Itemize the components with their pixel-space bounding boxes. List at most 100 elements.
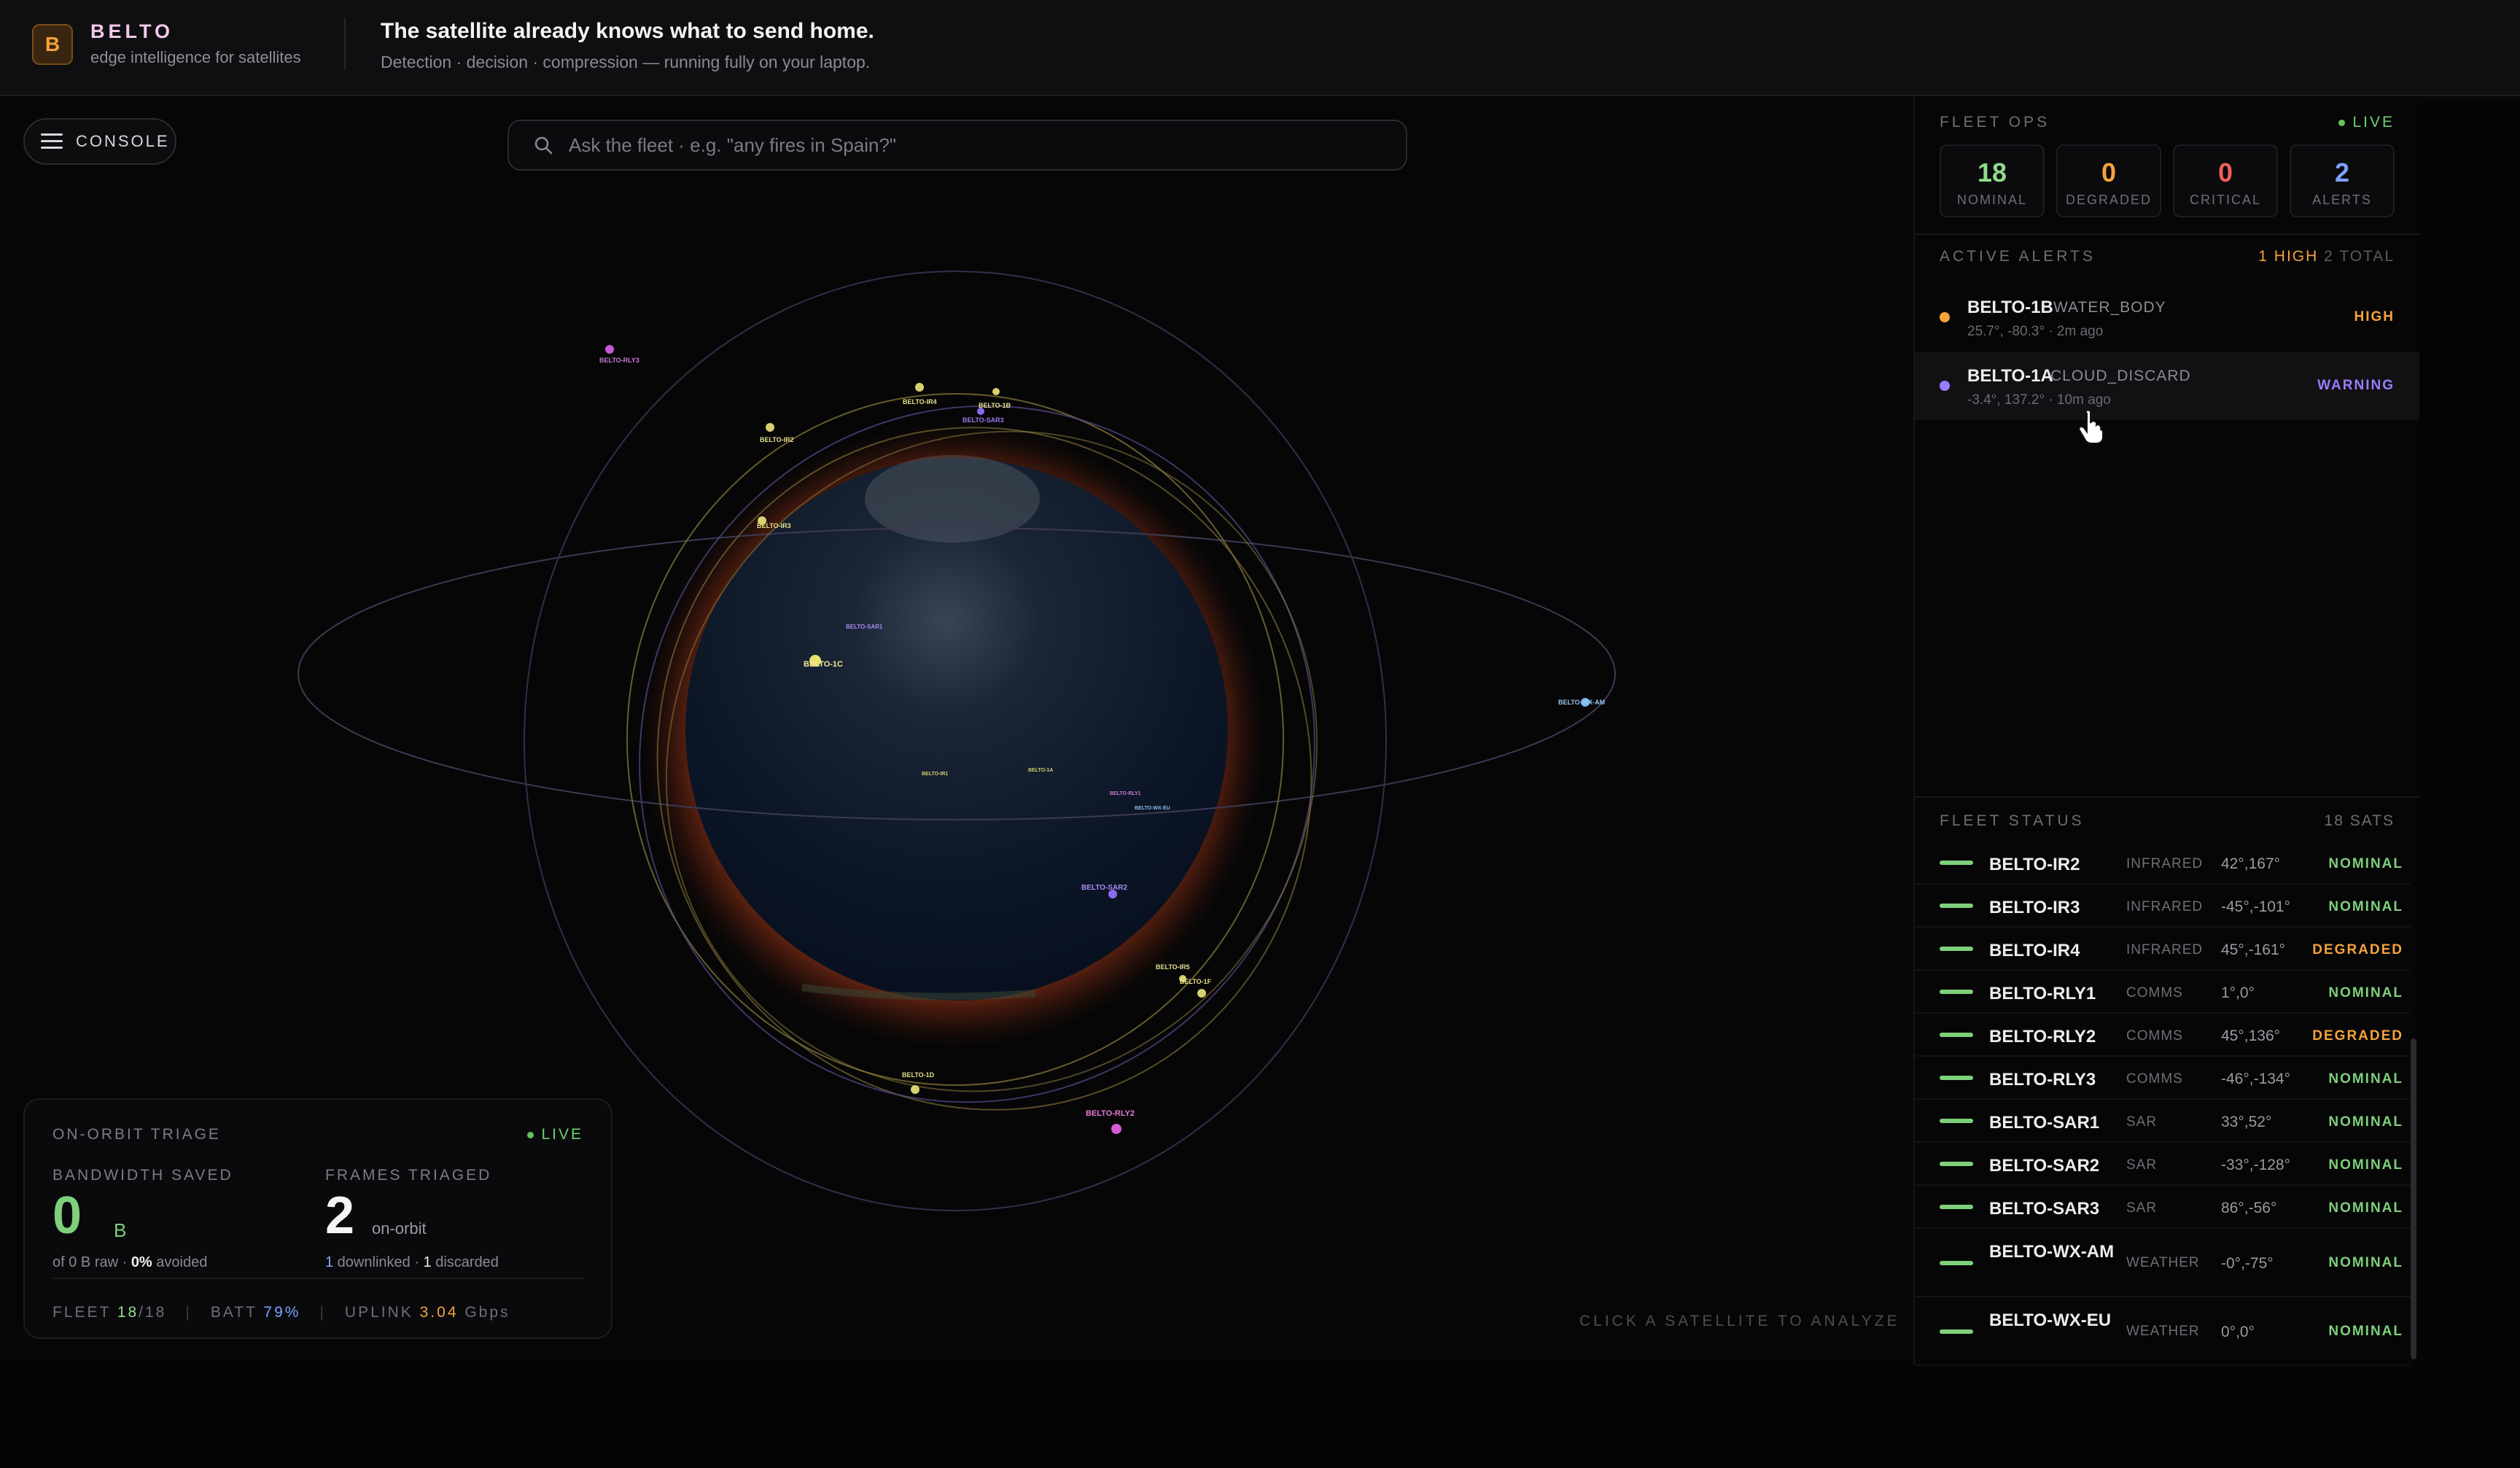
fleet-row-type: WEATHER	[2126, 1255, 2200, 1270]
alert-severity-badge: HIGH	[2354, 309, 2395, 325]
fleet-row-name: BELTO-RLY1	[1989, 984, 2096, 1003]
status-bar	[1940, 1329, 1973, 1334]
fleet-row-name: BELTO-SAR1	[1989, 1113, 2100, 1133]
stat-alerts-label: ALERTS	[2312, 193, 2372, 207]
frames-subtext: 1 downlinked · 1 discarded	[325, 1254, 499, 1271]
satellite-1f[interactable]: BELTO-1F	[1180, 978, 1212, 998]
triage-divider	[52, 1278, 583, 1279]
hand-cursor-icon	[2078, 409, 2104, 443]
fleet-row[interactable]: BELTO-SAR1 SAR 33°,52° NOMINAL	[1915, 1100, 2411, 1143]
fleet-row-coord: -33°,-128°	[2221, 1157, 2291, 1173]
fleet-row[interactable]: BELTO-WX-AM WEATHER -0°,-75° NOMINAL	[1915, 1229, 2411, 1297]
fleet-search-bar[interactable]	[508, 120, 1407, 171]
status-bar	[1940, 904, 1973, 908]
fleet-row-type: SAR	[2126, 1157, 2158, 1173]
fleet-row[interactable]: BELTO-RLY1 COMMS 1°,0° NOMINAL	[1915, 971, 2411, 1014]
fleet-row[interactable]: BELTO-RLY3 COMMS -46°,-134° NOMINAL	[1915, 1057, 2411, 1100]
satellite-rly1[interactable]: BELTO-RLY1	[1110, 791, 1141, 796]
frames-triaged-value: 2	[325, 1187, 355, 1245]
map-click-hint: CLICK A SATELLITE TO ANALYZE	[1579, 1313, 1900, 1329]
alert-meta: 25.7°, -80.3° · 2m ago	[1967, 324, 2104, 339]
satellite-ir2[interactable]: BELTO-IR2	[760, 423, 794, 443]
fleet-row-status: NOMINAL	[2328, 985, 2403, 1001]
stat-degraded-label: DEGRADED	[2065, 193, 2152, 207]
alert-kind: CLOUD_DISCARD	[2050, 368, 2191, 384]
alerts-high-count: 1 HIGH	[2258, 248, 2319, 265]
console-button[interactable]: CONSOLE	[23, 118, 176, 165]
fleet-row-status: NOMINAL	[2328, 1114, 2403, 1130]
status-bar	[1940, 947, 1973, 951]
satellite-rly3-top[interactable]: BELTO-RLY3	[599, 345, 639, 364]
fleet-row-name: BELTO-IR3	[1989, 898, 2080, 917]
fleet-row-type: SAR	[2126, 1200, 2158, 1216]
top-header: B BELTO edge intelligence for satellites…	[0, 0, 2520, 96]
fleet-row[interactable]: BELTO-IR4 INFRARED 45°,-161° DEGRADED	[1915, 928, 2411, 971]
battery-stat: BATT 79%	[210, 1304, 301, 1321]
fleet-row-status: NOMINAL	[2328, 1255, 2403, 1270]
fleet-row[interactable]: BELTO-IR2 INFRARED 42°,167° NOMINAL	[1915, 842, 2411, 885]
triage-live-label: LIVE	[541, 1126, 583, 1143]
svg-text:BELTO-SAR1: BELTO-SAR1	[846, 624, 883, 630]
stat-alerts[interactable]: 2 ALERTS	[2290, 144, 2395, 217]
alert-item[interactable]: BELTO-1A CLOUD_DISCARD -3.4°, 137.2° · 1…	[1915, 352, 2419, 420]
fleet-row-status: NOMINAL	[2328, 856, 2403, 871]
fleet-row[interactable]: BELTO-RLY2 COMMS 45°,136° DEGRADED	[1915, 1014, 2411, 1057]
fleet-row-type: COMMS	[2126, 1071, 2183, 1087]
bandwidth-subtext: of 0 B raw · 0% avoided	[52, 1254, 207, 1271]
hamburger-icon	[41, 133, 63, 149]
status-bar	[1940, 1205, 1973, 1209]
brand-name: BELTO	[90, 20, 174, 42]
frames-triaged-unit: on-orbit	[372, 1219, 427, 1238]
status-bar	[1940, 861, 1973, 865]
satellite-sar1[interactable]: BELTO-SAR1	[846, 624, 883, 630]
fleet-row-status: NOMINAL	[2328, 899, 2403, 914]
fleet-status-list[interactable]: BELTO-IR2 INFRARED 42°,167° NOMINAL BELTO-I…	[1915, 842, 2411, 1366]
fleet-row-status: NOMINAL	[2328, 1324, 2403, 1339]
stat-critical[interactable]: 0 CRITICAL	[2173, 144, 2278, 217]
fleet-row-type: INFRARED	[2126, 856, 2204, 871]
alerts-count: 1 HIGH 2 TOTAL	[2258, 248, 2395, 265]
stat-degraded[interactable]: 0 DEGRADED	[2056, 144, 2161, 217]
fleet-list-scrollbar[interactable]	[2411, 1038, 2416, 1359]
fleet-row[interactable]: BELTO-SAR3 SAR 86°,-56° NOMINAL	[1915, 1186, 2411, 1229]
bandwidth-avoided-text: avoided	[152, 1254, 208, 1270]
satellite-wx-eu[interactable]: BELTO-WX-EU	[1135, 806, 1170, 811]
fleet-row-coord: 45°,-161°	[2221, 941, 2286, 958]
fleet-row-coord: 1°,0°	[2221, 985, 2255, 1001]
alert-warning-dot-icon	[1940, 381, 1950, 391]
satellite-1a[interactable]: BELTO-1A	[1028, 768, 1053, 773]
satellite-ir1[interactable]: BELTO-IR1	[922, 772, 948, 777]
fleet-ops-live-label: LIVE	[2352, 114, 2395, 131]
stat-nominal[interactable]: 18 NOMINAL	[1940, 144, 2045, 217]
bandwidth-saved-label: BANDWIDTH SAVED	[52, 1167, 233, 1184]
stat-degraded-value: 0	[2101, 158, 2117, 187]
fleet-side-panel: FLEET OPS LIVE 18 NOMINAL 0 DEGRADED 0 C…	[1913, 98, 2419, 1366]
satellite-sar3[interactable]: BELTO-SAR3	[962, 408, 1004, 424]
alert-severity-badge: WARNING	[2317, 378, 2395, 393]
fleet-row[interactable]: BELTO-WX-EU WEATHER 0°,0° NOMINAL	[1915, 1297, 2411, 1366]
alert-item[interactable]: BELTO-1B WATER_BODY 25.7°, -80.3° · 2m a…	[1915, 283, 2419, 352]
fleet-row[interactable]: BELTO-SAR2 SAR -33°,-128° NOMINAL	[1915, 1143, 2411, 1186]
header-divider	[344, 18, 346, 70]
fleet-row-type: INFRARED	[2126, 942, 2204, 958]
fleet-row[interactable]: BELTO-IR3 INFRARED -45°,-101° NOMINAL	[1915, 885, 2411, 928]
satellite-rly2[interactable]: BELTO-RLY2	[1086, 1109, 1135, 1134]
fleet-row-coord: -0°,-75°	[2221, 1255, 2274, 1272]
fleet-row-name: BELTO-IR2	[1989, 855, 2080, 874]
svg-text:BELTO-RLY3: BELTO-RLY3	[599, 357, 639, 364]
belto-logo[interactable]: B	[32, 24, 73, 65]
alert-kind: WATER_BODY	[2053, 299, 2166, 316]
discarded-label: discarded	[431, 1254, 499, 1270]
stat-critical-value: 0	[2217, 158, 2233, 187]
console-label: CONSOLE	[76, 132, 170, 150]
status-bar	[1940, 1033, 1973, 1037]
fleet-search-input[interactable]	[569, 133, 1371, 157]
svg-text:BELTO-RLY1: BELTO-RLY1	[1110, 791, 1141, 796]
fleet-row-name: BELTO-RLY3	[1989, 1070, 2096, 1090]
svg-text:BELTO-WX-EU: BELTO-WX-EU	[1135, 806, 1170, 811]
downlinked-count: 1	[325, 1254, 334, 1270]
satellite-wx-am[interactable]: BELTO-WX-AM	[1558, 698, 1605, 707]
fleet-row-name: BELTO-RLY2	[1989, 1027, 2096, 1046]
fleet-row-coord: 45°,136°	[2221, 1028, 2281, 1044]
brand-tagline: edge intelligence for satellites	[90, 48, 301, 66]
